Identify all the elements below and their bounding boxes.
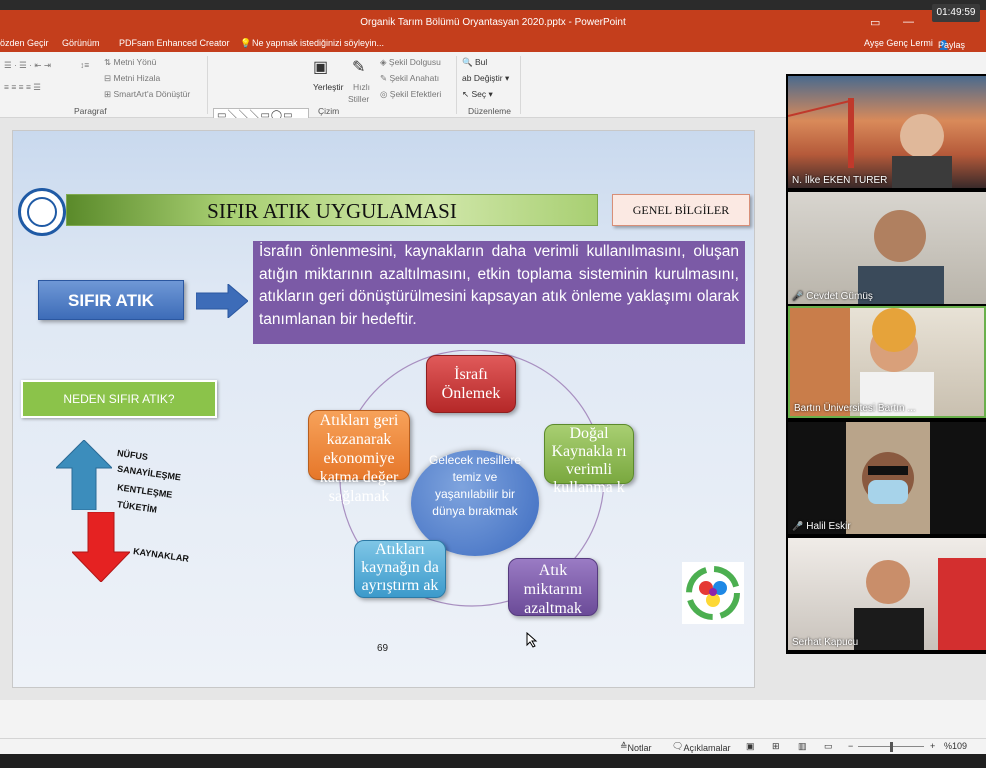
zoom-level[interactable]: %109 [944,741,967,751]
minimize-icon[interactable]: — [903,16,914,28]
shape-outline-button[interactable]: ✎ Şekil Anahatı [380,73,439,84]
shape-effects-label: Şekil Efektleri [389,89,442,99]
recycle-icon [686,566,740,620]
smartart-button[interactable]: ⊞ SmartArt'a Dönüştür [104,89,190,100]
notes-label: Notlar [627,743,652,753]
shape-effects-button[interactable]: ◎ Şekil Efektleri [380,89,441,100]
menu-view[interactable]: Görünüm [62,38,100,48]
line-spacing-icon[interactable]: ↕≡ [80,60,89,70]
slide-number: 69 [377,643,389,654]
sifir-atik-box: SIFIR ATIK [38,280,184,320]
mic-off-icon: 🎤 [792,291,804,301]
select-button[interactable]: ↖ Seç ▾ [462,89,493,100]
video-person [854,558,986,650]
quick-styles-label-2[interactable]: Stiller [348,94,369,104]
zoom-out-icon[interactable]: − [848,741,853,751]
shape-outline-label: Şekil Anahatı [389,73,440,83]
down-arrow-icon [72,512,130,582]
below-slide-area [0,700,986,738]
find-button[interactable]: 🔍 Bul [462,57,487,68]
clock: 01:49:59 [932,4,980,22]
arrange-icon[interactable]: ▣ [313,57,328,77]
participant-tile-5[interactable]: Serhat Kapucu [788,538,986,650]
paragraph-group-label: Paragraf [74,106,107,116]
notes-button[interactable]: ≙ Notlar [620,741,652,753]
user-name[interactable]: Ayşe Genç Lermi [864,38,933,48]
participant-tile-2[interactable]: 🎤 Cevdet Gümüş [788,192,986,304]
os-top-strip [0,0,986,10]
align-text-label: Metni Hizala [113,73,161,83]
cycle-center-text: Gelecek nesillere temiz ve yaşanılabilir… [428,453,522,518]
drawing-group-label: Çizim [318,106,340,116]
participant-tile-1[interactable]: N. İlke EKEN TURER [788,76,986,188]
mouse-cursor-icon [526,632,538,648]
zoom-in-icon[interactable]: + [930,741,935,751]
node-atik-miktar: Atık miktarını azaltmak [508,558,598,617]
node-dogal: Doğal Kaynakla rı verimli kullanma k [544,424,634,496]
participant-tile-3-active[interactable]: Bartın Üniversitesi Bartın ... [788,306,986,418]
video-person [858,210,944,304]
smartart-label: SmartArt'a Dönüştür [113,89,191,99]
shape-fill-button[interactable]: ◈ Şekil Dolgusu [380,57,441,68]
participant-name: Cevdet Gümüş [806,291,873,302]
video-person [790,308,934,416]
recycle-logo [682,562,744,624]
text-direction-label: Metni Yönü [113,57,157,67]
list-bullets-icon[interactable]: ☰ · ☰ · ⇤ ⇥ [4,60,51,71]
status-bar: ≙ Notlar 🗨 Açıklamalar ▣ ⊞ ▥ ▭ − + %109 [0,738,986,754]
quick-styles-label-1[interactable]: Hızlı [353,82,370,92]
node-geri-kazan: Atıkları geri kazanarak ekonomiye katma … [308,410,410,505]
participant-name-row: 🎤 Cevdet Gümüş [788,291,873,302]
video-person [846,422,930,534]
mic-off-icon: 🎤 [792,521,804,531]
genel-bilgiler-box: GENEL BİLGİLER [612,194,750,226]
align-text-button[interactable]: ⊟ Metni Hizala [104,73,160,84]
up-arrow-icon [56,440,112,510]
separator [456,56,457,114]
university-logo [18,188,66,236]
slideshow-icon[interactable]: ▭ [824,741,833,752]
reading-view-icon[interactable]: ▥ [798,741,807,752]
ribbon-display-icon[interactable]: ▭ [870,16,880,29]
participant-name: Bartın Üniversitesi Bartın ... [794,403,916,414]
shape-fill-label: Şekil Dolgusu [388,57,441,67]
window-title: Organik Tarım Bölümü Oryantasyan 2020.pp… [360,17,626,28]
neden-sifir-atik-box: NEDEN SIFIR ATIK? [21,380,217,418]
text-direction-button[interactable]: ⇅ Metni Yönü [104,57,156,68]
participant-name: N. İlke EKEN TURER [792,175,888,186]
separator [520,56,521,114]
share-label: Paylaş [938,40,966,50]
participant-name: Halil Eskir [806,521,851,532]
video-bridge-scene [788,98,952,188]
node-ayristir: Atıkları kaynağın da ayrıştırm ak [354,540,446,598]
comments-label: Açıklamalar [683,743,731,753]
menu-pdfsam[interactable]: PDFsam Enhanced Creator [119,38,230,48]
replace-label: Değiştir [473,73,503,83]
menu-bar: özden Geçir Görünüm PDFsam Enhanced Crea… [0,36,986,52]
replace-button[interactable]: ab Değiştir ▾ [462,73,509,84]
lightbulb-icon: 💡 [240,38,252,48]
align-icons[interactable]: ≡ ≡ ≡ ≡ ☰ [4,82,41,93]
editing-group-label: Düzenleme [468,106,511,116]
node-israf: İsrafı Önlemek [426,355,516,413]
slide-banner-title: SIFIR ATIK UYGULAMASI [66,194,598,226]
participant-name: Serhat Kapucu [792,637,859,648]
taskbar-strip [0,754,986,768]
participant-name-row: 🎤 Halil Eskir [788,521,851,532]
right-arrow-icon [196,284,248,318]
select-label: Seç [471,89,487,99]
participant-tile-4[interactable]: 🎤 Halil Eskir [788,422,986,534]
find-label: Bul [474,57,488,67]
tell-me-search[interactable]: Ne yapmak istediğinizi söyleyin... [252,38,384,48]
comments-button[interactable]: 🗨 Açıklamalar [672,741,730,753]
normal-view-icon[interactable]: ▣ [746,741,755,752]
slide-sorter-icon[interactable]: ⊞ [772,741,780,752]
title-bar: Organik Tarım Bölümü Oryantasyan 2020.pp… [0,10,986,36]
quick-styles-icon[interactable]: ✎ [352,57,365,77]
menu-review[interactable]: özden Geçir [0,38,49,48]
separator [207,56,208,114]
definition-text: İsrafın önlenmesini, kaynakların daha ve… [253,241,745,344]
zoom-slider-thumb[interactable] [890,742,893,752]
arrange-button[interactable]: Yerleştir [313,82,343,92]
